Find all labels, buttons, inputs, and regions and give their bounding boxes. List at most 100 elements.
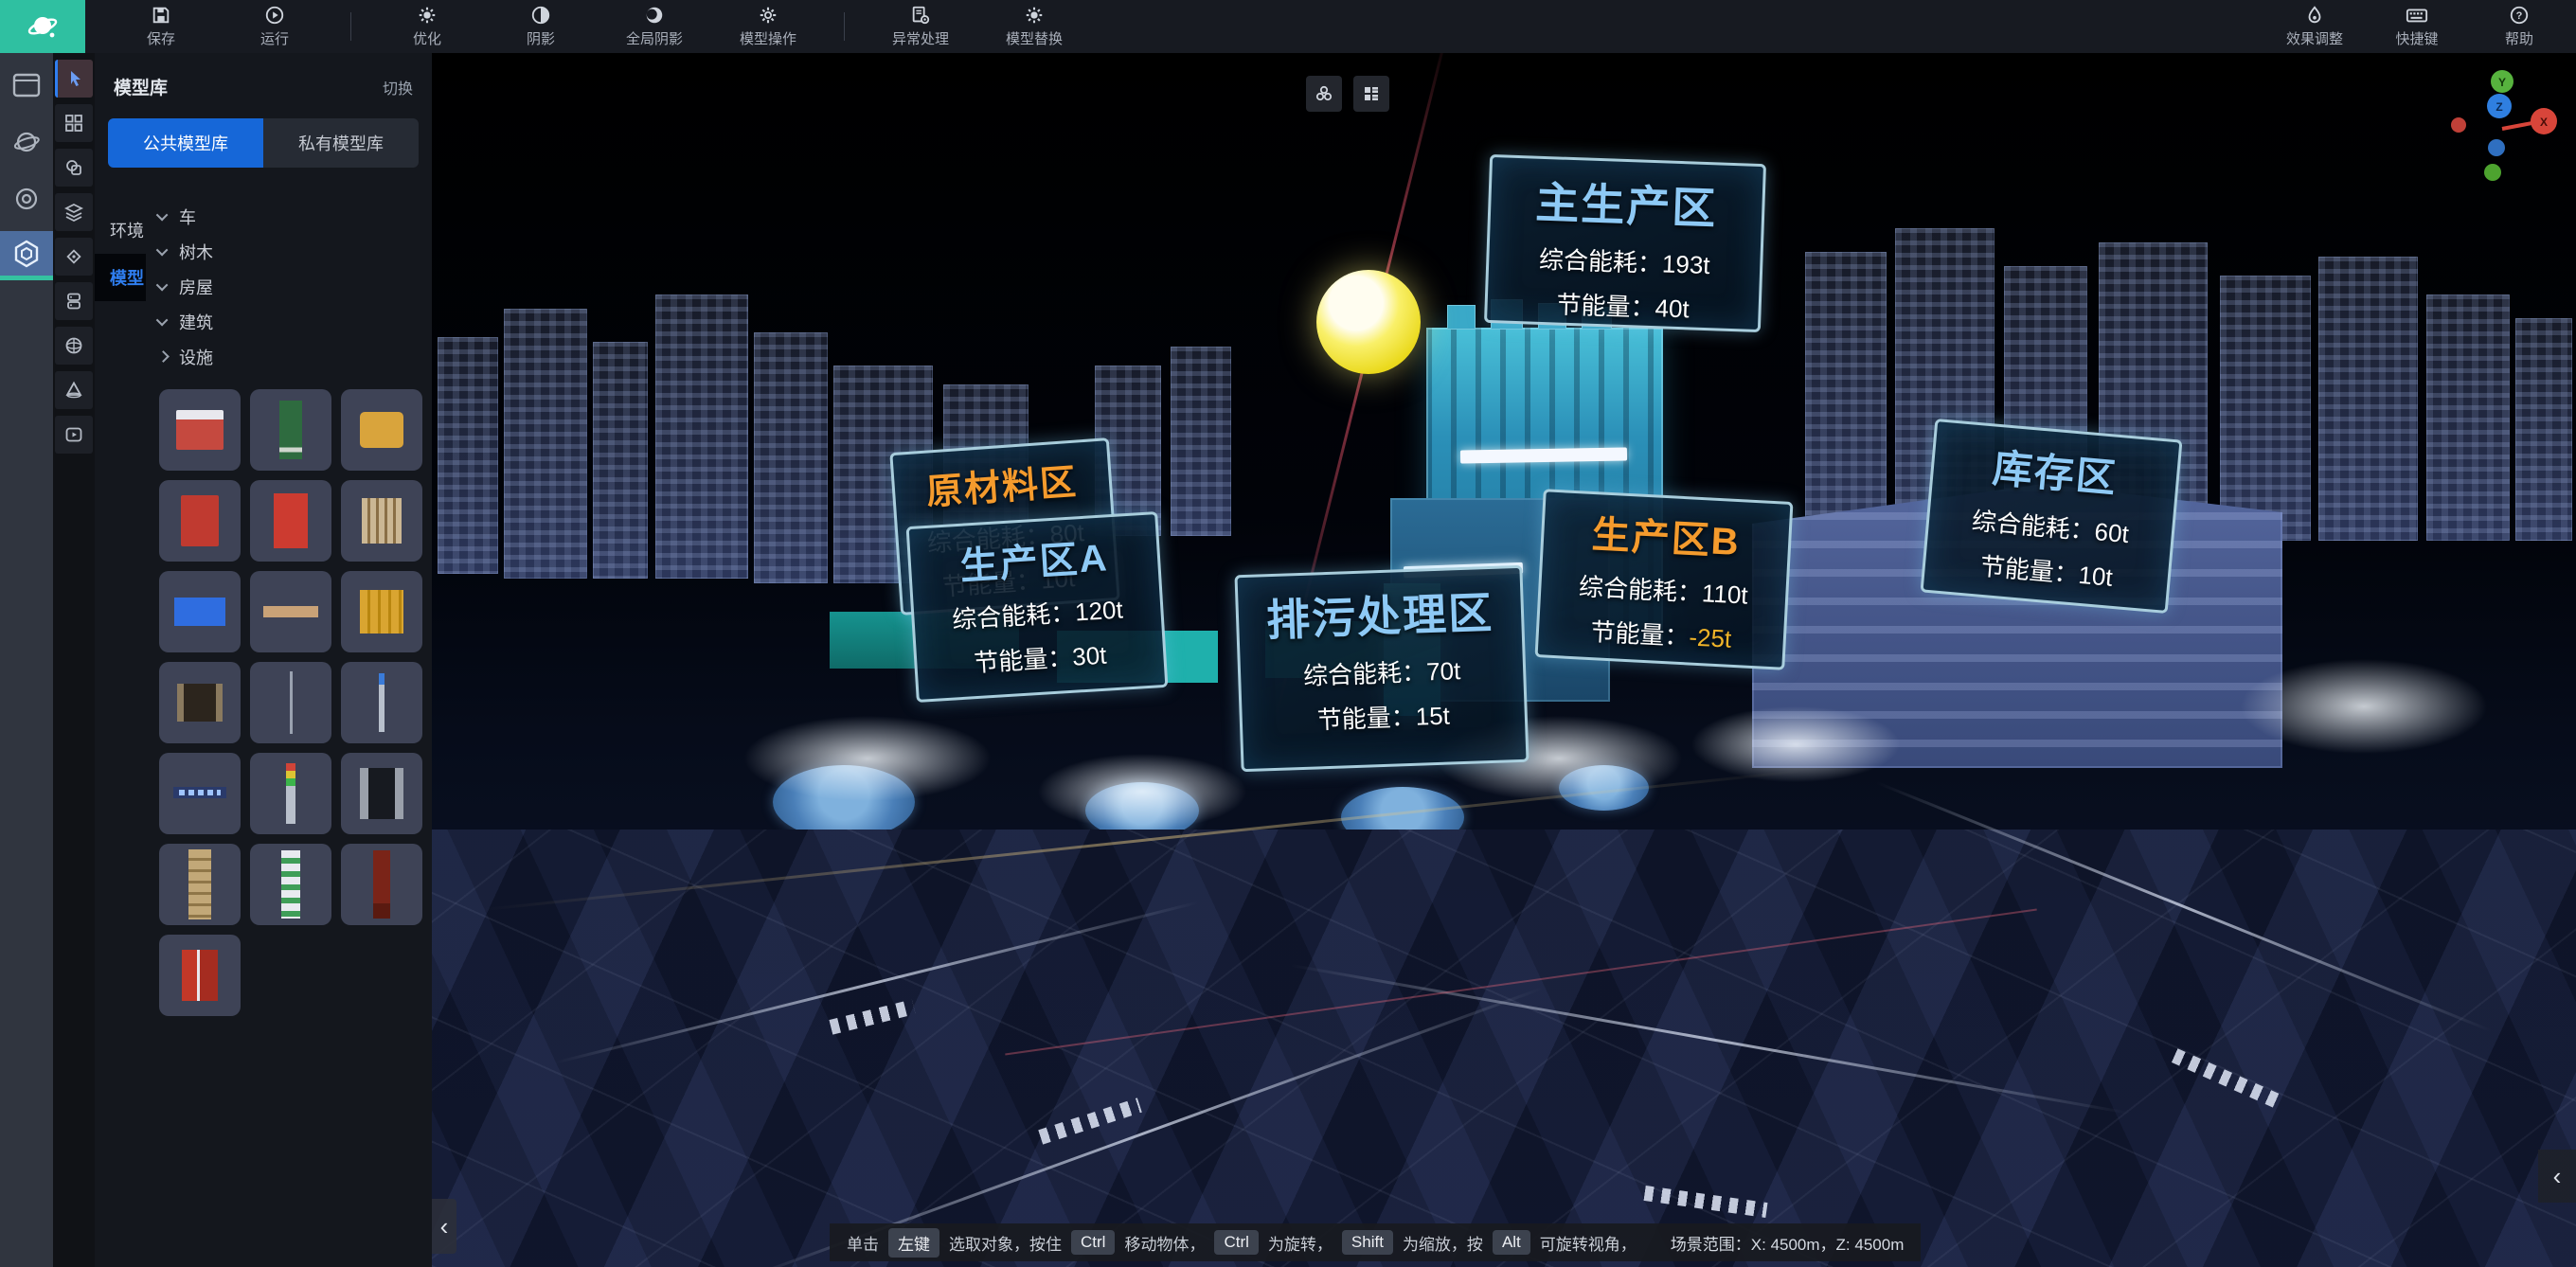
gate-dark-icon (177, 684, 223, 722)
grid-view-button[interactable] (1353, 76, 1389, 112)
tool-video-button[interactable] (55, 416, 93, 454)
viewport-3d-canvas[interactable]: 原材料区 综合能耗：80t 节能量：10t 生产区A 综合能耗：120t 节能量… (432, 53, 2576, 1267)
zone-label-sewage-treatment[interactable]: 排污处理区 综合能耗：70t 节能量：15t (1234, 565, 1529, 772)
model-thumb-lattice-wood[interactable] (341, 480, 422, 562)
sign-blue-text-icon (173, 779, 226, 808)
tool-cone-button[interactable] (55, 371, 93, 409)
help-button[interactable]: ? 帮助 (2489, 5, 2549, 48)
rail-model-hexagon-button[interactable] (0, 231, 53, 280)
zone-label-inventory[interactable]: 库存区 综合能耗：60t 节能量：10t (1920, 419, 2182, 614)
tool-layers-button[interactable] (55, 193, 93, 231)
sun-sphere[interactable] (1316, 270, 1421, 374)
tree-item-trees[interactable]: 树木 (159, 234, 422, 269)
tool-database-button[interactable] (55, 282, 93, 320)
zone-title: 库存区 (1932, 431, 2178, 509)
rail-target-button[interactable] (0, 174, 53, 223)
model-thumb-sign-blue-text[interactable] (159, 753, 241, 834)
tab-public-library[interactable]: 公共模型库 (108, 118, 263, 168)
tool-shapes-button[interactable] (55, 149, 93, 187)
effects-button[interactable]: 效果调整 (2284, 5, 2345, 48)
zone-label-production-b[interactable]: 生产区B 综合能耗：110t 节能量：-25t (1535, 489, 1794, 670)
model-thumb-traffic-light[interactable] (250, 753, 331, 834)
run-button[interactable]: 运行 (244, 5, 305, 48)
effects-label: 效果调整 (2286, 28, 2343, 48)
shortcuts-button[interactable]: 快捷键 (2387, 5, 2447, 48)
zone-label-main-production[interactable]: 主生产区 综合能耗：193t 节能量：40t (1484, 154, 1766, 332)
save-button[interactable]: 保存 (131, 5, 191, 48)
model-thumb-poster-red[interactable] (250, 480, 331, 562)
toolbar-group-file: 保存 运行 (131, 5, 305, 48)
navigation-gizmo[interactable]: Y Z X (2443, 62, 2567, 186)
shift-keycap: Shift (1342, 1230, 1393, 1255)
model-thumb-banner-dark-red[interactable] (341, 844, 422, 925)
video-icon (64, 425, 83, 444)
model-thumb-storefront-red[interactable] (159, 389, 241, 471)
rail-scene-window-button[interactable] (0, 61, 53, 110)
top-toolbar: 保存 运行 优化 阴影 全局阴影 (0, 0, 2576, 53)
tool-sphere-button[interactable] (55, 327, 93, 365)
sign-lamp-blue-icon (379, 673, 385, 732)
tool-rail (53, 53, 95, 1267)
global-shadow-button[interactable]: 全局阴影 (624, 5, 685, 48)
exception-handling-button[interactable]: 异常处理 (890, 5, 951, 48)
svg-text:?: ? (2516, 10, 2523, 22)
tree-item-facilities[interactable]: 设施 (159, 339, 422, 374)
model-thumb-sign-lamp-blue[interactable] (341, 662, 422, 743)
app-logo[interactable] (0, 0, 85, 53)
model-replace-button[interactable]: 模型替换 (1004, 5, 1064, 48)
alt-keycap: Alt (1493, 1230, 1530, 1255)
tool-grid-button[interactable] (55, 104, 93, 142)
zone-stat-row: 综合能耗：70t (1241, 650, 1524, 694)
library-switch-link[interactable]: 切换 (383, 76, 413, 98)
model-operations-button[interactable]: 模型操作 (738, 5, 798, 48)
toolbar-group-help: 效果调整 快捷键 ? 帮助 (2284, 5, 2549, 48)
tool-transform-button[interactable] (55, 238, 93, 276)
model-thumb-crate-tower[interactable] (159, 844, 241, 925)
zone-title: 主生产区 (1490, 167, 1762, 239)
model-thumb-security-gate[interactable] (341, 753, 422, 834)
chevron-right-icon (157, 350, 170, 363)
svg-text:Y: Y (2498, 76, 2506, 89)
keyboard-icon (2406, 5, 2428, 26)
stand-sign-red-icon (181, 495, 219, 546)
cursor-icon (66, 69, 85, 88)
model-thumb-stand-sign-red[interactable] (159, 480, 241, 562)
tree-label: 车 (179, 205, 196, 229)
transform-icon (64, 247, 83, 266)
stat-label: 综合能耗： (951, 598, 1076, 634)
category-model[interactable]: 模型 (95, 254, 146, 301)
cluster-view-button[interactable] (1306, 76, 1342, 112)
model-thumb-panel-gold[interactable] (341, 571, 422, 652)
model-thumb-banner-green[interactable] (250, 389, 331, 471)
model-thumb-lamp-pole[interactable] (250, 662, 331, 743)
zone-label-production-a[interactable]: 生产区A 综合能耗：120t 节能量：30t (906, 511, 1169, 703)
ground-glow (2241, 659, 2487, 754)
tree-item-buildings[interactable]: 建筑 (159, 304, 422, 339)
collapse-left-panel-button[interactable]: ‹ (432, 1199, 456, 1254)
model-thumb-panel-blue[interactable] (159, 571, 241, 652)
category-environment[interactable]: 环境 (95, 206, 146, 254)
tree-item-houses[interactable]: 房屋 (159, 269, 422, 304)
tree-item-vehicles[interactable]: 车 (159, 199, 422, 234)
model-thumb-plank-wood[interactable] (250, 571, 331, 652)
shadow-button[interactable]: 阴影 (510, 5, 571, 48)
rail-planet-button[interactable] (0, 117, 53, 167)
building-silhouette (655, 294, 748, 579)
tower-roof-block (1447, 305, 1476, 330)
tool-cursor-button[interactable] (55, 60, 93, 98)
optimize-button[interactable]: 优化 (397, 5, 457, 48)
help-label: 帮助 (2505, 28, 2533, 48)
effects-icon (2304, 5, 2325, 26)
stat-label: 节能量： (1316, 703, 1416, 735)
model-thumb-gate-dark[interactable] (159, 662, 241, 743)
zone-stat-row: 节能量：30t (916, 633, 1164, 683)
chevron-down-icon (156, 244, 169, 257)
save-label: 保存 (147, 28, 175, 48)
layers-icon (64, 203, 83, 222)
model-thumb-list-sign[interactable] (250, 844, 331, 925)
model-thumb-cabinet-red[interactable] (159, 935, 241, 1016)
tab-private-library[interactable]: 私有模型库 (263, 118, 419, 168)
model-thumb-cart-yellow[interactable] (341, 389, 422, 471)
expand-right-panel-button[interactable]: ‹ (2538, 1150, 2576, 1203)
stat-label: 综合能耗： (1539, 245, 1663, 278)
